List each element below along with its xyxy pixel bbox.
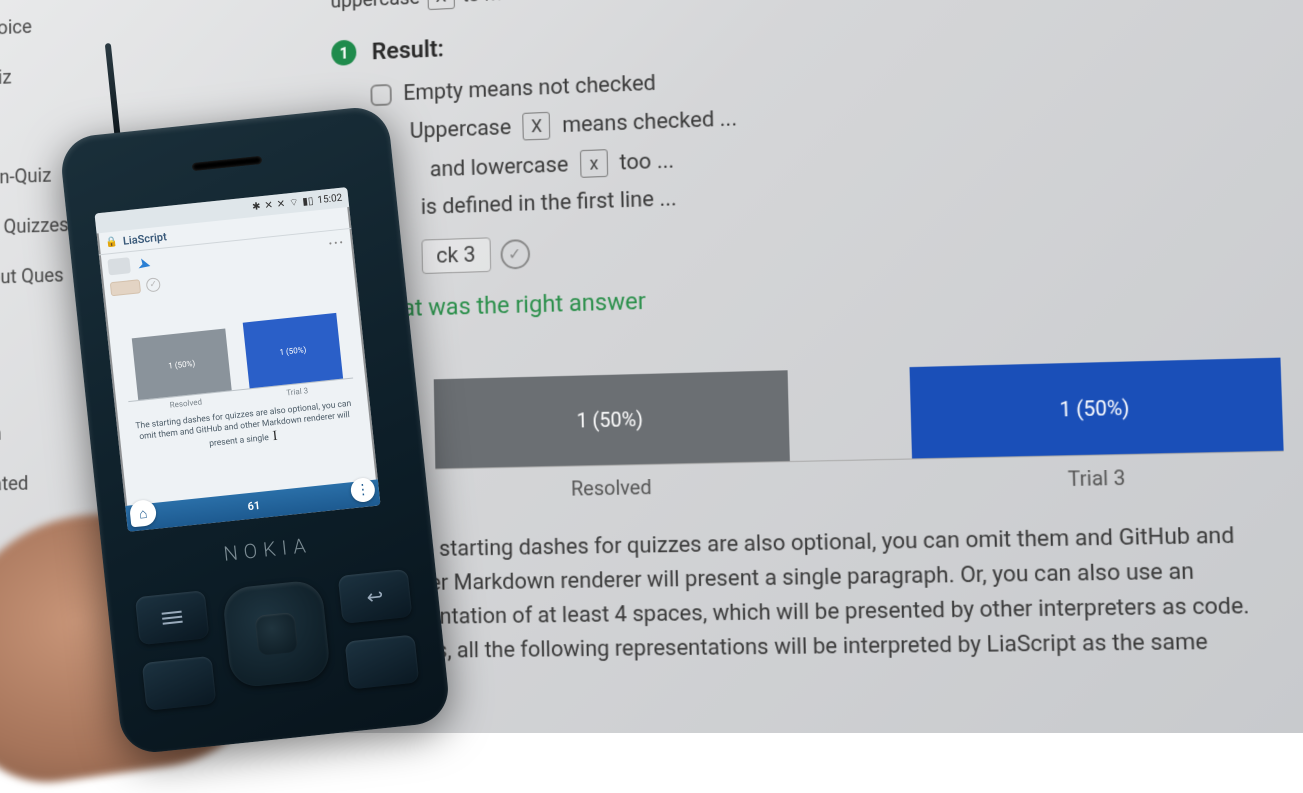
option-text: is defined in the first line ... bbox=[421, 186, 677, 220]
call-key[interactable] bbox=[142, 656, 217, 711]
phone-bar-trial3: 1 (50%) bbox=[243, 313, 343, 388]
text: uppercase bbox=[330, 0, 420, 13]
chip-check-icon[interactable]: ✓ bbox=[146, 277, 161, 292]
text: to mark a checked ... bbox=[462, 0, 643, 7]
phone-bar-resolved: 1 (50%) bbox=[132, 329, 232, 400]
app-title: LiaScript bbox=[122, 230, 167, 248]
result-chart: 1 (50%) 1 (50%) bbox=[433, 328, 1283, 470]
chart-x-labels: Resolved Trial 3 bbox=[436, 462, 1285, 503]
option-text: Uppercase bbox=[410, 115, 512, 143]
nav-cluster: ↩ bbox=[134, 565, 418, 703]
lock-icon: 🔒 bbox=[105, 236, 119, 248]
bar: 1 (50%) bbox=[909, 358, 1284, 459]
result-badge: 1 bbox=[331, 40, 356, 66]
wifi-icon: ⌔ bbox=[288, 196, 299, 210]
bar-resolved: 1 (50%) bbox=[434, 370, 790, 468]
menu-bars-icon bbox=[162, 611, 183, 625]
sidebar-item[interactable]: hoice bbox=[0, 0, 95, 53]
bug-icon: ✱ bbox=[252, 201, 261, 213]
keycap-x-upper: X bbox=[427, 0, 455, 10]
right-softkey[interactable]: ↩ bbox=[338, 569, 413, 624]
close-icon: ✕ bbox=[276, 198, 285, 210]
x-label: Resolved bbox=[436, 472, 791, 503]
bar: 1 (50%) bbox=[434, 370, 790, 468]
home-icon[interactable]: ⌂ bbox=[129, 499, 158, 528]
bar-trial3: 1 (50%) bbox=[909, 358, 1284, 459]
keycap-x-lower: x bbox=[580, 149, 608, 178]
page-number: 61 bbox=[160, 489, 348, 522]
phone-screen: ✱ ✕ ✕ ⌔ ▮▯ 15:02 🔒 LiaScript ➤ ••• ✓ bbox=[94, 187, 380, 532]
feature-phone: ✱ ✕ ✕ ⌔ ▮▯ 15:02 🔒 LiaScript ➤ ••• ✓ bbox=[59, 104, 452, 755]
chip-button[interactable] bbox=[110, 279, 141, 296]
left-softkey[interactable] bbox=[135, 590, 210, 645]
earpiece bbox=[192, 156, 262, 171]
statusbar-time: 15:02 bbox=[317, 192, 343, 206]
option-text: and lowercase bbox=[430, 152, 569, 182]
check-button[interactable]: ck 3 bbox=[421, 237, 490, 274]
send-arrow-icon[interactable]: ➤ bbox=[136, 253, 154, 275]
result-label: Result: bbox=[371, 35, 444, 65]
main-content: uppercase X to mark a checked ... 1 Resu… bbox=[330, 0, 1303, 670]
more-icon[interactable]: ••• bbox=[328, 237, 345, 250]
menu-dots-icon[interactable]: ⋮ bbox=[350, 477, 376, 503]
close-icon: ✕ bbox=[264, 199, 273, 211]
end-key[interactable] bbox=[345, 634, 420, 689]
checkbox-empty-icon[interactable] bbox=[370, 83, 392, 105]
phone-body: ✱ ✕ ✕ ⌔ ▮▯ 15:02 🔒 LiaScript ➤ ••• ✓ bbox=[59, 104, 452, 755]
sidebar-item[interactable]: ated bbox=[0, 456, 101, 509]
keycap-x-upper: X bbox=[523, 112, 551, 141]
check-confirm-icon[interactable]: ✓ bbox=[500, 239, 530, 270]
dpad[interactable] bbox=[221, 579, 331, 689]
option-text: too ... bbox=[619, 148, 674, 175]
phone-bottombar: ⌂ 61 ⋮ bbox=[125, 479, 380, 531]
option-text: means checked ... bbox=[562, 106, 738, 138]
explanation-paragraph: The starting dashes for quizzes are also… bbox=[398, 518, 1291, 669]
sidebar-item[interactable]: n bbox=[0, 405, 100, 458]
battery-icon: ▮▯ bbox=[302, 195, 314, 207]
sidebar-item[interactable]: uiz bbox=[0, 48, 96, 103]
toolbar-button[interactable] bbox=[107, 257, 131, 275]
option-text: Empty means not checked bbox=[403, 71, 656, 106]
back-arrow-icon: ↩ bbox=[365, 584, 384, 610]
x-label: Trial 3 bbox=[912, 462, 1285, 494]
phone-keypad: ↩ bbox=[134, 565, 421, 733]
check-row: ck 3 ✓ bbox=[421, 210, 1303, 274]
text-cursor-icon bbox=[270, 429, 283, 444]
